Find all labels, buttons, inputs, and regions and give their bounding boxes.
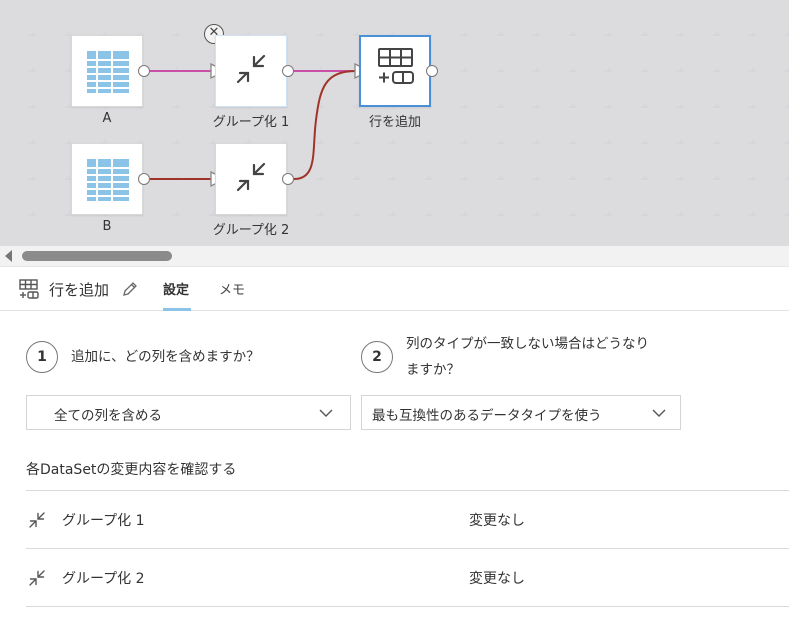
- output-port-group1[interactable]: [282, 65, 294, 77]
- step-1-question: 追加に、どの列を含めますか？: [71, 349, 260, 365]
- node-group1[interactable]: [215, 35, 287, 107]
- node-a[interactable]: [71, 35, 143, 107]
- add-rows-icon: [19, 279, 39, 299]
- table-row: グループ化 1 変更なし: [26, 490, 789, 547]
- collapse-arrows-icon: [29, 512, 45, 528]
- pencil-icon[interactable]: [121, 280, 139, 298]
- table-icon: [87, 51, 129, 93]
- scrollbar-thumb[interactable]: [22, 251, 172, 261]
- flow-canvas[interactable]: A B ✕ グループ化 1 グループ化 2 行を追加: [0, 0, 789, 246]
- node-group1-label: グループ化 1: [212, 115, 290, 130]
- tab-memo[interactable]: メモ: [219, 279, 245, 298]
- output-port-a[interactable]: [138, 65, 150, 77]
- add-rows-icon: [378, 48, 414, 84]
- panel-header: 行を追加 設定 メモ: [0, 266, 789, 311]
- active-tab-indicator: [163, 308, 191, 311]
- step-1-number: 1: [26, 341, 58, 373]
- node-group2[interactable]: [215, 143, 287, 215]
- chevron-down-icon: [652, 409, 666, 417]
- columns-select[interactable]: 全ての列を含める: [26, 395, 351, 430]
- row-dataset-name: グループ化 1: [62, 513, 145, 529]
- output-port-add-rows[interactable]: [426, 65, 438, 77]
- output-port-b[interactable]: [138, 173, 150, 185]
- step-2-question-line1: 列のタイプが一致しない場合はどうなり: [406, 336, 649, 352]
- table-bottom-border: [26, 606, 789, 607]
- node-b-label: B: [102, 219, 112, 234]
- node-add-rows[interactable]: [359, 35, 431, 107]
- node-group2-label: グループ化 2: [212, 223, 290, 238]
- node-b[interactable]: [71, 143, 143, 215]
- collapse-arrows-icon: [236, 54, 266, 84]
- collapse-arrows-icon: [236, 162, 266, 192]
- node-add-rows-label: 行を追加: [368, 115, 421, 130]
- tab-settings[interactable]: 設定: [163, 279, 189, 298]
- table-icon: [87, 159, 129, 201]
- canvas-horizontal-scrollbar[interactable]: [0, 246, 789, 266]
- chevron-down-icon: [319, 409, 333, 417]
- type-mismatch-select[interactable]: 最も互換性のあるデータタイプを使う: [361, 395, 681, 430]
- output-port-group2[interactable]: [282, 173, 294, 185]
- step-2-question-line2: ますか？: [406, 362, 460, 378]
- node-a-label: A: [102, 111, 112, 126]
- scroll-left-icon[interactable]: [5, 250, 12, 262]
- step-2-number: 2: [361, 341, 393, 373]
- panel-title: 行を追加: [49, 281, 110, 299]
- row-change-status: 変更なし: [469, 513, 525, 529]
- section-title: 各DataSetの変更内容を確認する: [26, 462, 237, 478]
- row-change-status: 変更なし: [469, 571, 525, 587]
- collapse-arrows-icon: [29, 570, 45, 586]
- table-row: グループ化 2 変更なし: [26, 548, 789, 605]
- type-mismatch-select-value: 最も互換性のあるデータタイプを使う: [372, 408, 602, 424]
- columns-select-value: 全ての列を含める: [54, 408, 162, 424]
- row-dataset-name: グループ化 2: [62, 571, 145, 587]
